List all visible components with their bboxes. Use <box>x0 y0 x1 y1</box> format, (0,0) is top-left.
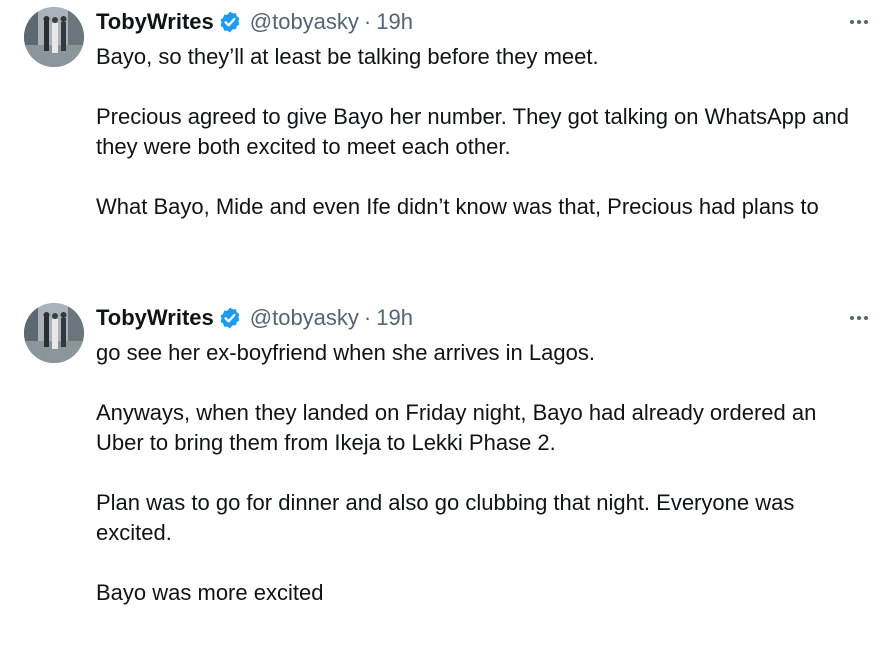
tweet-paragraph: Precious agreed to give Bayo her number.… <box>96 104 849 159</box>
tweet-paragraph: Anyways, when they landed on Friday nigh… <box>96 400 817 455</box>
verified-badge-icon <box>218 306 242 330</box>
author-handle[interactable]: @tobyasky <box>250 8 359 36</box>
separator-dot: · <box>363 9 372 34</box>
tweet-text: Bayo, so they’ll at least be talking bef… <box>96 42 866 222</box>
tweet-text: go see her ex-boyfriend when she arrives… <box>96 338 866 608</box>
author-name[interactable]: TobyWrites <box>96 304 214 332</box>
timestamp[interactable]: 19h <box>376 304 413 332</box>
more-options-icon <box>850 20 868 24</box>
tweet-paragraph: go see her ex-boyfriend when she arrives… <box>96 340 595 365</box>
avatar[interactable] <box>24 303 84 363</box>
timestamp[interactable]: 19h <box>376 8 413 36</box>
verified-badge-icon <box>218 10 242 34</box>
tweet-paragraph: Bayo was more excited <box>96 580 324 605</box>
separator-dot: · <box>363 305 372 330</box>
author-name[interactable]: TobyWrites <box>96 8 214 36</box>
tweet-paragraph: Bayo, so they’ll at least be talking bef… <box>96 44 599 69</box>
avatar[interactable] <box>24 7 84 67</box>
tweet-header: TobyWrites @tobyasky · 19h <box>96 304 413 332</box>
more-options-button[interactable] <box>847 306 871 330</box>
more-options-button[interactable] <box>847 10 871 34</box>
tweet-header: TobyWrites @tobyasky · 19h <box>96 8 413 36</box>
more-options-icon <box>850 316 868 320</box>
tweet-paragraph: Plan was to go for dinner and also go cl… <box>96 490 795 545</box>
author-handle[interactable]: @tobyasky <box>250 304 359 332</box>
tweet-paragraph: What Bayo, Mide and even Ife didn’t know… <box>96 194 819 219</box>
